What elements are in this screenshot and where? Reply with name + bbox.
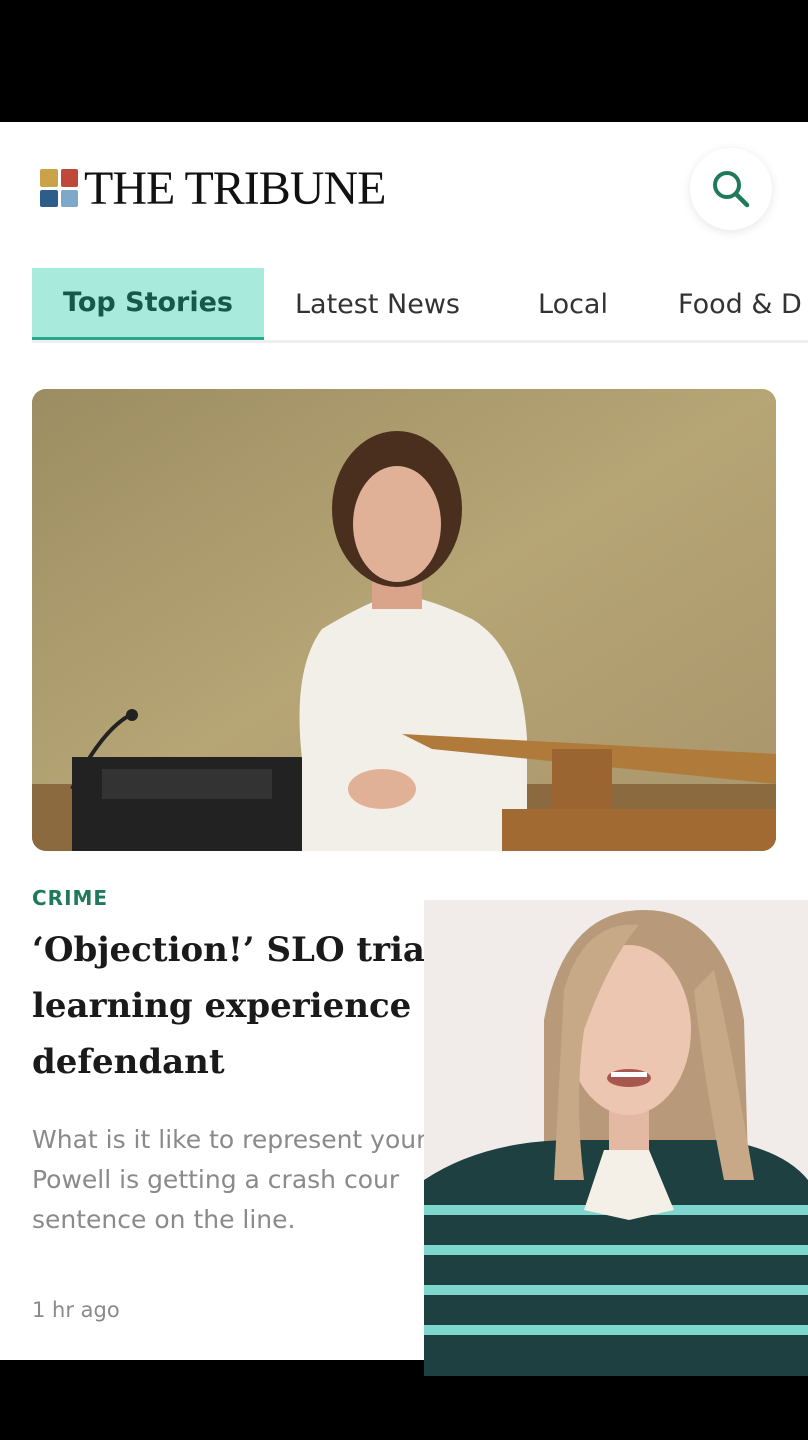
search-icon [713,171,750,208]
section-tabs: Top Stories Latest News Local Food & D [32,268,808,343]
hero-image[interactable] [32,389,776,851]
search-button[interactable] [690,148,772,230]
tab-latest-news[interactable]: Latest News [295,268,460,340]
logo-mark-icon [40,169,78,207]
logo-text: THE TRIBUNE [84,161,386,215]
app-header: THE TRIBUNE [0,122,808,252]
tab-food-drink[interactable]: Food & D [678,268,802,340]
presenter-video-overlay [424,900,808,1376]
presenter-photo [424,900,808,1376]
article-category[interactable]: CRIME [32,886,108,910]
tab-top-stories[interactable]: Top Stories [32,268,264,340]
tribune-logo[interactable]: THE TRIBUNE [40,161,386,215]
article-timestamp: 1 hr ago [32,1298,120,1322]
courtroom-photo [32,389,776,851]
tab-local[interactable]: Local [538,268,608,340]
